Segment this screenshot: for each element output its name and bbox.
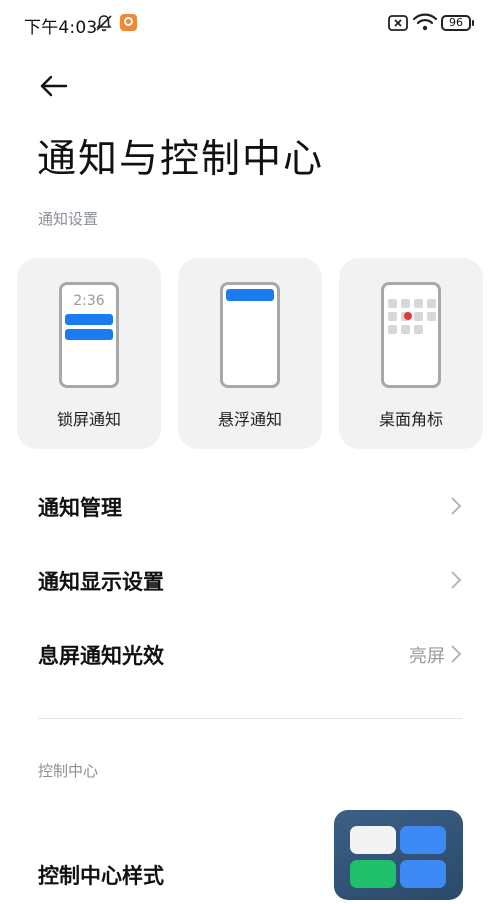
- app-notification-icon: [120, 14, 137, 31]
- preview-tile: [350, 860, 396, 888]
- row-label: 通知显示设置: [38, 570, 164, 594]
- chevron-right-icon: [451, 571, 462, 589]
- phone-illustration: [381, 282, 441, 388]
- card-label: 锁屏通知: [56, 410, 121, 429]
- section-label-control-center: 控制中心: [38, 762, 99, 780]
- card-app-badge[interactable]: 桌面角标: [339, 258, 483, 449]
- phone-illustration: [220, 282, 280, 388]
- preview-tile: [400, 860, 446, 888]
- row-label: 息屏通知光效: [38, 644, 164, 668]
- chevron-right-icon: [451, 497, 462, 515]
- preview-tile: [350, 826, 396, 854]
- row-notification-management[interactable]: 通知管理: [0, 476, 500, 536]
- wifi-icon: [412, 13, 438, 31]
- back-arrow-icon[interactable]: [38, 70, 70, 102]
- section-label-notification: 通知设置: [38, 210, 99, 228]
- row-label: 通知管理: [38, 496, 122, 520]
- notification-style-cards: 2:36 锁屏通知 悬浮通知 桌面角标: [17, 258, 483, 449]
- chevron-right-icon: [451, 645, 462, 663]
- row-screen-off-notification-light[interactable]: 息屏通知光效 亮屏: [0, 624, 500, 684]
- no-sim-icon: [388, 15, 408, 31]
- card-label: 悬浮通知: [217, 410, 282, 429]
- battery-indicator: 96: [441, 15, 474, 31]
- page-title: 通知与控制中心: [37, 137, 325, 182]
- row-label: 控制中心样式: [38, 864, 164, 888]
- card-lockscreen-notification[interactable]: 2:36 锁屏通知: [17, 258, 161, 449]
- preview-tile: [400, 826, 446, 854]
- status-time: 下午4:03: [24, 18, 98, 38]
- card-label: 桌面角标: [378, 410, 443, 429]
- row-value: 亮屏: [409, 646, 445, 667]
- notification-muted-icon: [96, 15, 112, 32]
- notification-bar: [65, 314, 113, 325]
- badge-dot: [404, 312, 412, 320]
- control-center-style-preview[interactable]: [334, 810, 463, 900]
- row-notification-display-settings[interactable]: 通知显示设置: [0, 550, 500, 610]
- card-floating-notification[interactable]: 悬浮通知: [178, 258, 322, 449]
- lockscreen-clock: 2:36: [73, 293, 105, 309]
- phone-illustration: 2:36: [59, 282, 119, 388]
- section-divider: [38, 718, 462, 719]
- notification-bar: [65, 329, 113, 340]
- notification-bar: [226, 289, 274, 301]
- app-grid: [388, 299, 436, 334]
- status-bar: 下午4:03 96: [0, 0, 500, 46]
